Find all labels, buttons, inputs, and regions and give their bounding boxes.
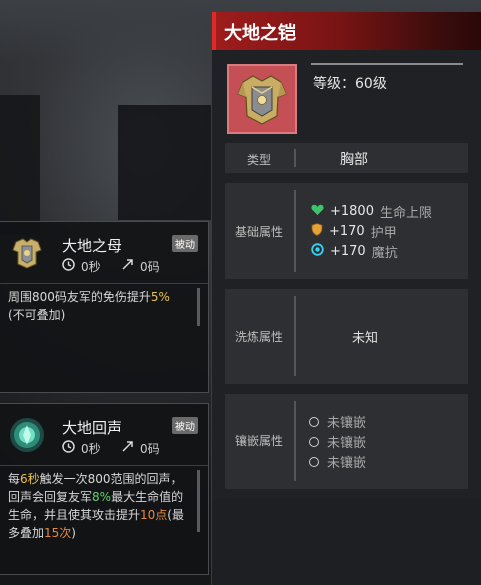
- range-value: 0码: [140, 442, 160, 456]
- cooldown-icon: [62, 440, 75, 457]
- socket-attributes-label: 镶嵌属性: [234, 434, 283, 448]
- desc-text: ): [71, 526, 76, 540]
- orange-shield-icon: [311, 223, 323, 240]
- desc-highlight: 15次: [44, 526, 72, 540]
- skill-description: 周围800码友军的免伤提升5% (不可叠加): [8, 288, 186, 324]
- row-separator: [294, 190, 296, 272]
- armor-chestplate-icon: [227, 64, 297, 134]
- passive-badge: 被动: [172, 235, 198, 252]
- skill-name: 大地回声: [62, 419, 123, 437]
- socket-status: 未镶嵌: [327, 416, 367, 431]
- stat-value: +1800: [330, 204, 374, 219]
- stat-value: +170: [329, 224, 365, 239]
- cooldown-stat: 0秒: [62, 258, 101, 275]
- socket-slot: 未镶嵌: [309, 432, 366, 451]
- skill-description: 每6秒触发一次800范围的回声，回声会回复友军8%最大生命值的生命，并且使其攻击…: [8, 470, 186, 542]
- divider: [0, 283, 208, 284]
- divider: [0, 465, 208, 466]
- cooldown-value: 0秒: [81, 260, 101, 274]
- socket-status: 未镶嵌: [327, 436, 367, 451]
- desc-highlight: 6秒: [20, 472, 40, 486]
- stat-name: 魔抗: [371, 246, 398, 261]
- range-arrow-icon: [121, 440, 134, 457]
- socket-slot: 未镶嵌: [309, 452, 366, 471]
- level-bar: [311, 63, 463, 65]
- range-arrow-icon: [121, 258, 134, 275]
- empty-socket-icon: [309, 416, 319, 427]
- item-title: 大地之铠: [224, 23, 296, 44]
- cyan-ring-icon: [311, 243, 324, 260]
- refine-attributes-row: 洗炼属性 未知: [225, 289, 468, 384]
- green-heart-icon: [311, 204, 324, 220]
- panel-footer-area: [212, 499, 481, 585]
- background-shape: [0, 95, 40, 235]
- row-separator: [294, 401, 296, 481]
- desc-highlight: 10点: [140, 508, 168, 522]
- cooldown-value: 0秒: [81, 442, 101, 456]
- skill-card: 大地回声 被动 0秒 0码 每6秒触发一次800范围的回声，回声会回复友军8%最…: [0, 403, 209, 575]
- skill-name: 大地之母: [62, 237, 123, 255]
- desc-text: (不可叠加): [8, 308, 66, 322]
- range-stat: 0码: [121, 440, 160, 457]
- type-row: 类型 胸部: [225, 143, 468, 173]
- skill-card: 大地之母 被动 0秒 0码 周围800码友军的免伤提升5% (不可叠加): [0, 221, 209, 393]
- refine-value: 未知: [352, 331, 379, 346]
- desc-text: 周围800码友军的免伤提升: [8, 290, 151, 304]
- stat-line-armor: +170 护甲: [311, 222, 397, 241]
- range-stat: 0码: [121, 258, 160, 275]
- type-label: 类型: [246, 153, 271, 167]
- stat-value: +170: [330, 244, 366, 259]
- item-header: 大地之铠: [212, 12, 481, 50]
- cooldown-stat: 0秒: [62, 440, 101, 457]
- socket-status: 未镶嵌: [327, 456, 367, 471]
- item-level: 等级：60级: [313, 76, 387, 92]
- passive-badge: 被动: [172, 417, 198, 434]
- base-attributes-label: 基础属性: [234, 225, 283, 239]
- type-value: 胸部: [340, 152, 368, 168]
- row-separator: [294, 149, 296, 167]
- item-tooltip-panel: 大地之铠 等级：60级 类型 胸部 基础属性 +1800 生命上限 +170 护…: [211, 12, 481, 585]
- desc-text: 每: [8, 472, 21, 486]
- stat-line-magic-resist: +170 魔抗: [311, 242, 398, 261]
- empty-socket-icon: [309, 436, 319, 447]
- stat-line-health: +1800 生命上限: [311, 202, 432, 221]
- background-shape: [118, 105, 213, 220]
- desc-highlight: 8%: [92, 490, 112, 504]
- range-value: 0码: [140, 260, 160, 274]
- cooldown-icon: [62, 258, 75, 275]
- stat-name: 生命上限: [379, 206, 432, 221]
- golden-armor-icon: [8, 234, 46, 272]
- refine-attributes-label: 洗炼属性: [234, 330, 283, 344]
- socket-attributes-row: 镶嵌属性 未镶嵌 未镶嵌 未镶嵌: [225, 394, 468, 489]
- desc-highlight: 5%: [150, 290, 170, 304]
- base-attributes-row: 基础属性 +1800 生命上限 +170 护甲 +170 魔抗: [225, 183, 468, 279]
- scrollbar[interactable]: [197, 470, 200, 532]
- green-spirit-icon: [8, 416, 46, 454]
- stat-name: 护甲: [370, 226, 397, 241]
- row-separator: [294, 296, 296, 376]
- empty-socket-icon: [309, 456, 319, 467]
- socket-slot: 未镶嵌: [309, 412, 366, 431]
- scrollbar[interactable]: [197, 288, 200, 326]
